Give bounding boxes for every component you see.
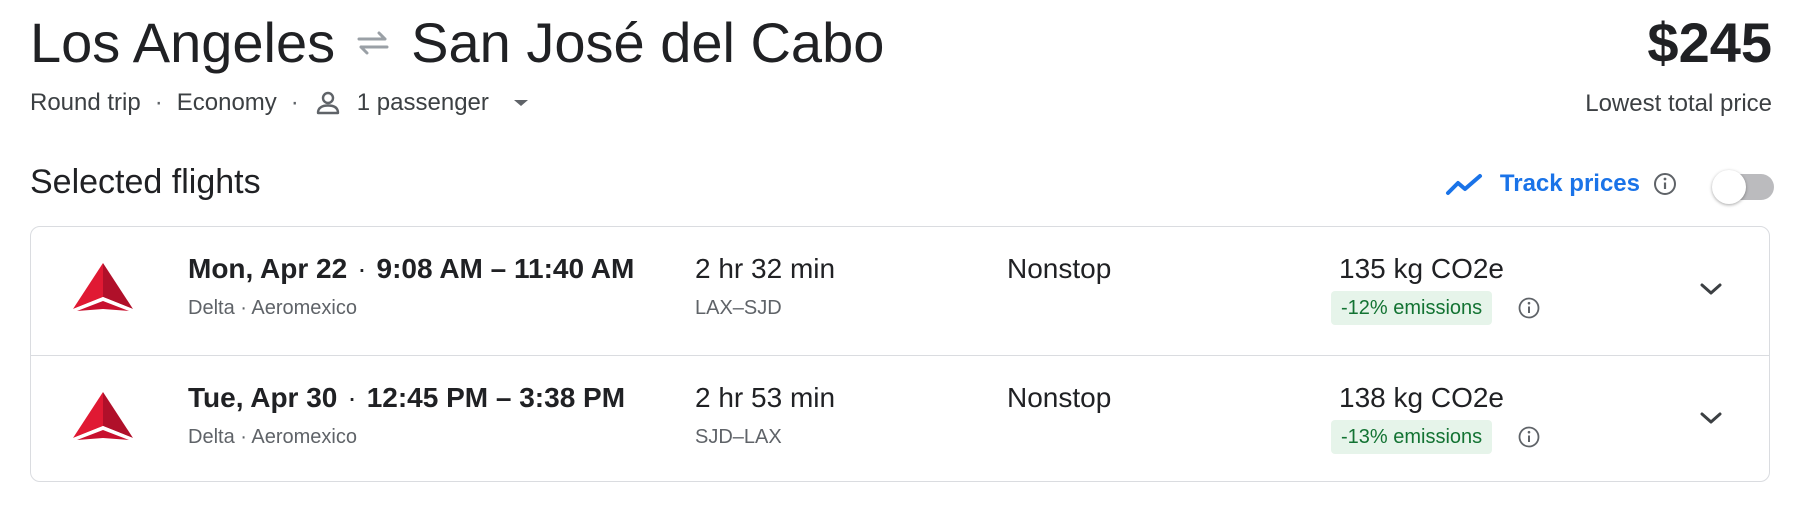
info-icon[interactable]	[1517, 425, 1541, 449]
airline-names: Delta · Aeromexico	[188, 297, 357, 319]
route-title: Los Angeles San José del Cabo	[30, 8, 884, 78]
trip-options: Round trip · Economy · 1 passenger	[30, 88, 533, 118]
section-title: Selected flights	[30, 163, 261, 201]
selected-flights-card: Mon, Apr 22 · 9:08 AM – 11:40 AM Delta · A…	[30, 226, 1770, 482]
trending-up-icon[interactable]	[1444, 170, 1486, 198]
separator-dot: ·	[154, 89, 163, 116]
caret-down-icon[interactable]	[509, 91, 533, 115]
flight-booking-summary: Los Angeles San José del Cabo $245 Round…	[0, 0, 1802, 508]
chevron-down-icon[interactable]	[1693, 271, 1729, 307]
origin-city: Los Angeles	[30, 11, 336, 74]
track-prices: Track prices	[1444, 162, 1774, 206]
emissions-badge: -12% emissions	[1331, 291, 1493, 325]
airport-codes: LAX–SJD	[695, 297, 782, 319]
airline-names: Delta · Aeromexico	[188, 426, 357, 448]
person-icon	[313, 88, 343, 118]
emissions-badge: -13% emissions	[1331, 420, 1493, 454]
lowest-price: $245	[1647, 11, 1772, 74]
trip-type: Round trip	[30, 89, 141, 116]
cabin-class: Economy	[176, 89, 277, 116]
swap-arrows-icon	[353, 23, 393, 63]
lowest-price-caption: Lowest total price	[1585, 90, 1772, 117]
flight-date: Mon, Apr 22	[188, 253, 348, 284]
chevron-down-icon[interactable]	[1693, 400, 1729, 436]
info-icon[interactable]	[1517, 296, 1541, 320]
flight-times: Tue, Apr 30 · 12:45 PM – 3:38 PM	[188, 382, 625, 414]
flight-time-range: 9:08 AM – 11:40 AM	[376, 253, 635, 284]
separator-dot: ·	[357, 253, 367, 284]
flight-date: Tue, Apr 30	[188, 382, 338, 413]
toggle-knob	[1712, 170, 1746, 204]
stops-label: Nonstop	[1007, 253, 1112, 284]
separator-dot: ·	[347, 382, 357, 413]
flight-row-return[interactable]: Tue, Apr 30 · 12:45 PM – 3:38 PM Delta · A…	[31, 355, 1769, 481]
flight-duration: 2 hr 53 min	[695, 382, 836, 413]
flight-times: Mon, Apr 22 · 9:08 AM – 11:40 AM	[188, 253, 634, 285]
destination-city: San José del Cabo	[411, 11, 885, 74]
info-icon[interactable]	[1652, 171, 1678, 197]
stops-label: Nonstop	[1007, 382, 1112, 413]
airport-codes: SJD–LAX	[695, 426, 782, 448]
flight-time-range: 12:45 PM – 3:38 PM	[366, 382, 626, 413]
track-prices-toggle[interactable]	[1712, 168, 1774, 204]
emissions-value: 135 kg CO2e	[1339, 253, 1504, 284]
emissions-value: 138 kg CO2e	[1339, 382, 1504, 413]
delta-logo-icon	[73, 263, 133, 311]
track-prices-button[interactable]: Track prices	[1500, 170, 1640, 198]
flight-row-outbound[interactable]: Mon, Apr 22 · 9:08 AM – 11:40 AM Delta · A…	[31, 227, 1769, 355]
flight-duration: 2 hr 32 min	[695, 253, 836, 284]
passenger-count[interactable]: 1 passenger	[357, 89, 489, 117]
separator-dot: ·	[290, 89, 299, 116]
delta-logo-icon	[73, 392, 133, 440]
